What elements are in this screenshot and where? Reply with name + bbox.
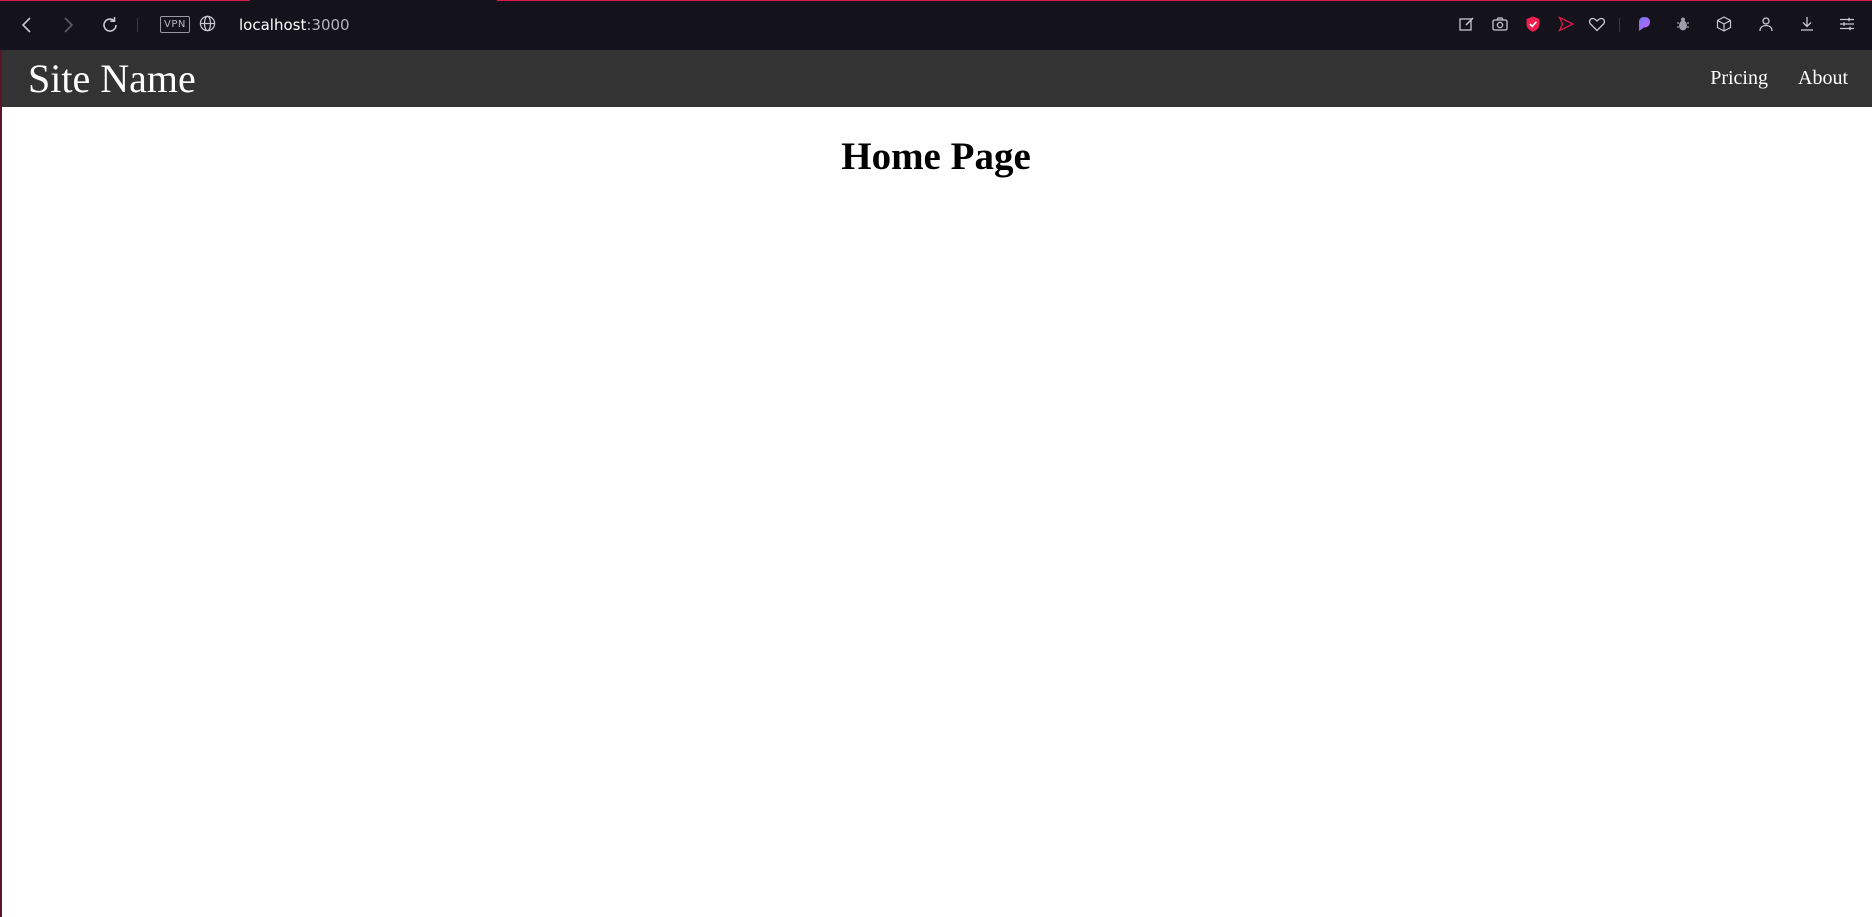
toolbar-separator bbox=[137, 18, 138, 32]
shield-icon bbox=[1526, 16, 1540, 32]
pinboard-button[interactable] bbox=[1586, 13, 1608, 35]
page-main: Home Page bbox=[0, 107, 1872, 917]
reload-icon bbox=[103, 17, 117, 32]
forward-button[interactable] bbox=[53, 11, 83, 39]
camera-icon bbox=[1492, 17, 1508, 31]
downloads-button[interactable] bbox=[1796, 13, 1818, 35]
site-name-link[interactable]: Site Name bbox=[28, 53, 196, 105]
back-button[interactable] bbox=[12, 11, 42, 39]
cube-button[interactable] bbox=[1713, 13, 1735, 35]
browser-toolbar: VPN localhost:3000 bbox=[0, 0, 1872, 50]
heart-icon bbox=[1588, 17, 1606, 32]
profile-icon bbox=[1759, 17, 1773, 32]
ad-blocker-button[interactable] bbox=[1522, 13, 1544, 35]
toolbar-separator bbox=[1619, 18, 1620, 32]
easy-setup-button[interactable] bbox=[1836, 13, 1858, 35]
page-title: Home Page bbox=[841, 135, 1031, 178]
vpn-badge[interactable]: VPN bbox=[160, 16, 190, 33]
address-bar[interactable]: localhost:3000 bbox=[239, 14, 350, 36]
tab-accent-line bbox=[0, 0, 250, 1]
profile-button[interactable] bbox=[1755, 13, 1777, 35]
back-icon bbox=[21, 17, 31, 33]
flow-button[interactable] bbox=[1555, 13, 1577, 35]
aria-button[interactable] bbox=[1633, 13, 1655, 35]
tab-accent-line bbox=[497, 0, 1872, 1]
nav-links: Pricing About bbox=[1710, 50, 1848, 107]
aria-icon bbox=[1639, 17, 1650, 31]
nav-link-pricing[interactable]: Pricing bbox=[1710, 67, 1768, 90]
reload-button[interactable] bbox=[95, 11, 125, 39]
send-icon bbox=[1558, 16, 1575, 32]
cube-icon bbox=[1716, 16, 1732, 32]
forward-icon bbox=[64, 17, 74, 33]
extensions-button[interactable] bbox=[1672, 13, 1694, 35]
url-port: :3000 bbox=[306, 16, 350, 34]
globe-icon[interactable] bbox=[198, 14, 217, 33]
url-host: localhost bbox=[239, 16, 307, 34]
snapshot-edit-button[interactable] bbox=[1456, 13, 1478, 35]
bug-icon bbox=[1677, 17, 1689, 31]
site-navbar: Site Name Pricing About bbox=[0, 50, 1872, 107]
download-icon bbox=[1801, 17, 1813, 31]
easy-setup-icon bbox=[1840, 17, 1854, 31]
nav-link-about[interactable]: About bbox=[1798, 67, 1848, 90]
snapshot-edit-icon bbox=[1459, 17, 1474, 31]
camera-button[interactable] bbox=[1489, 13, 1511, 35]
